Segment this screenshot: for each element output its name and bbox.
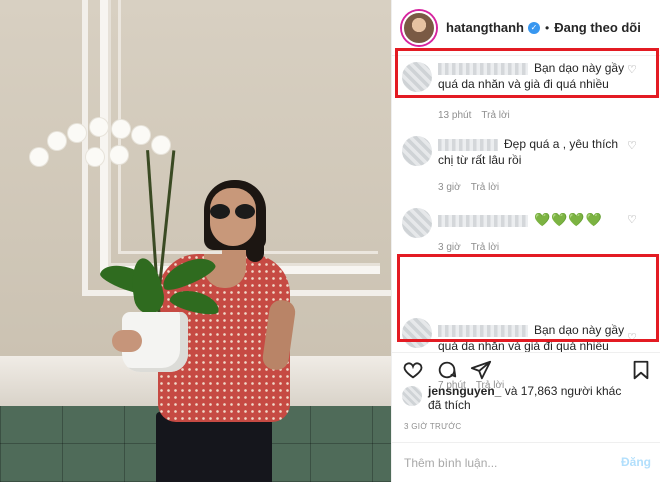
comment-time: 13 phút xyxy=(438,110,472,121)
person-jeans xyxy=(156,412,272,482)
profile-avatar[interactable] xyxy=(402,10,436,45)
comment-input[interactable] xyxy=(404,453,594,473)
add-comment-bar: Đăng xyxy=(392,442,660,482)
post-photo[interactable] xyxy=(0,0,391,482)
comment-body: 💚💚💚💚 xyxy=(438,212,629,228)
post-comment-button[interactable]: Đăng xyxy=(621,455,651,469)
heart-icon[interactable] xyxy=(402,359,424,381)
commenter-avatar[interactable] xyxy=(402,208,432,238)
following-button[interactable]: Đang theo dõi xyxy=(554,20,641,35)
comment-time: 3 giờ xyxy=(438,182,461,193)
comment-meta: 3 giờ Trả lời xyxy=(438,242,509,253)
orchid-flower xyxy=(112,120,130,138)
comment-icon[interactable] xyxy=(436,359,458,381)
reply-link[interactable]: Trả lời xyxy=(471,242,499,253)
likes-suffix: đã thích xyxy=(428,398,471,412)
comments-panel: hatangthanh ✓ • Đang theo dõi Bạn dạo nà… xyxy=(391,0,660,482)
person-hand xyxy=(112,330,142,352)
commenter-avatar[interactable] xyxy=(402,136,432,166)
comment-list: Bạn dạo này gầy quá da nhăn và già đi qu… xyxy=(392,48,660,391)
comment-green-hearts: 💚💚💚💚 xyxy=(534,212,603,227)
orchid-flower xyxy=(68,124,86,142)
commenter-name-blurred[interactable] xyxy=(438,138,498,151)
sunglasses xyxy=(208,204,258,220)
like-comment-heart-icon[interactable]: ♡ xyxy=(627,140,639,152)
comment-meta: 3 giờ Trả lời xyxy=(438,182,509,193)
orchid-flower xyxy=(132,126,150,144)
like-comment-heart-icon[interactable]: ♡ xyxy=(627,214,639,226)
comment-time: 3 giờ xyxy=(438,242,461,253)
action-bar xyxy=(392,352,660,384)
commenter-name-blurred[interactable] xyxy=(438,214,528,227)
liker-username[interactable]: jensnguyen_ xyxy=(428,384,501,398)
comment-meta: 13 phút Trả lời xyxy=(438,110,520,121)
orchid-flower xyxy=(30,148,48,166)
comment-item: Đẹp quá a , yêu thích chị từ rất lâu rồi… xyxy=(392,130,660,200)
orchid-flower xyxy=(48,132,66,150)
post-timestamp[interactable]: 3 GIỜ TRƯỚC xyxy=(404,422,462,431)
username-link[interactable]: hatangthanh xyxy=(446,20,524,35)
verified-badge-icon: ✓ xyxy=(528,21,540,34)
likes-count[interactable]: và 17,863 người khác xyxy=(501,384,622,398)
highlight-box xyxy=(395,48,659,98)
orchid-flower xyxy=(86,148,104,166)
instagram-post: hatangthanh ✓ • Đang theo dõi Bạn dạo nà… xyxy=(0,0,660,482)
orchid-flower xyxy=(90,118,108,136)
orchid-flower xyxy=(110,146,128,164)
likes-text[interactable]: jensnguyen_ và 17,863 người khác đã thíc… xyxy=(428,384,648,412)
separator-dot: • xyxy=(545,20,550,35)
comment-item: 💚💚💚💚 ♡ 3 giờ Trả lời xyxy=(392,202,660,256)
reply-link[interactable]: Trả lời xyxy=(471,182,499,193)
share-icon[interactable] xyxy=(470,359,492,381)
comment-body: Đẹp quá a , yêu thích chị từ rất lâu rồi xyxy=(438,136,629,168)
highlight-box xyxy=(397,254,659,342)
liker-avatar[interactable] xyxy=(402,386,422,406)
bookmark-icon[interactable] xyxy=(630,359,652,381)
reply-link[interactable]: Trả lời xyxy=(481,110,509,121)
orchid-flower xyxy=(152,136,170,154)
